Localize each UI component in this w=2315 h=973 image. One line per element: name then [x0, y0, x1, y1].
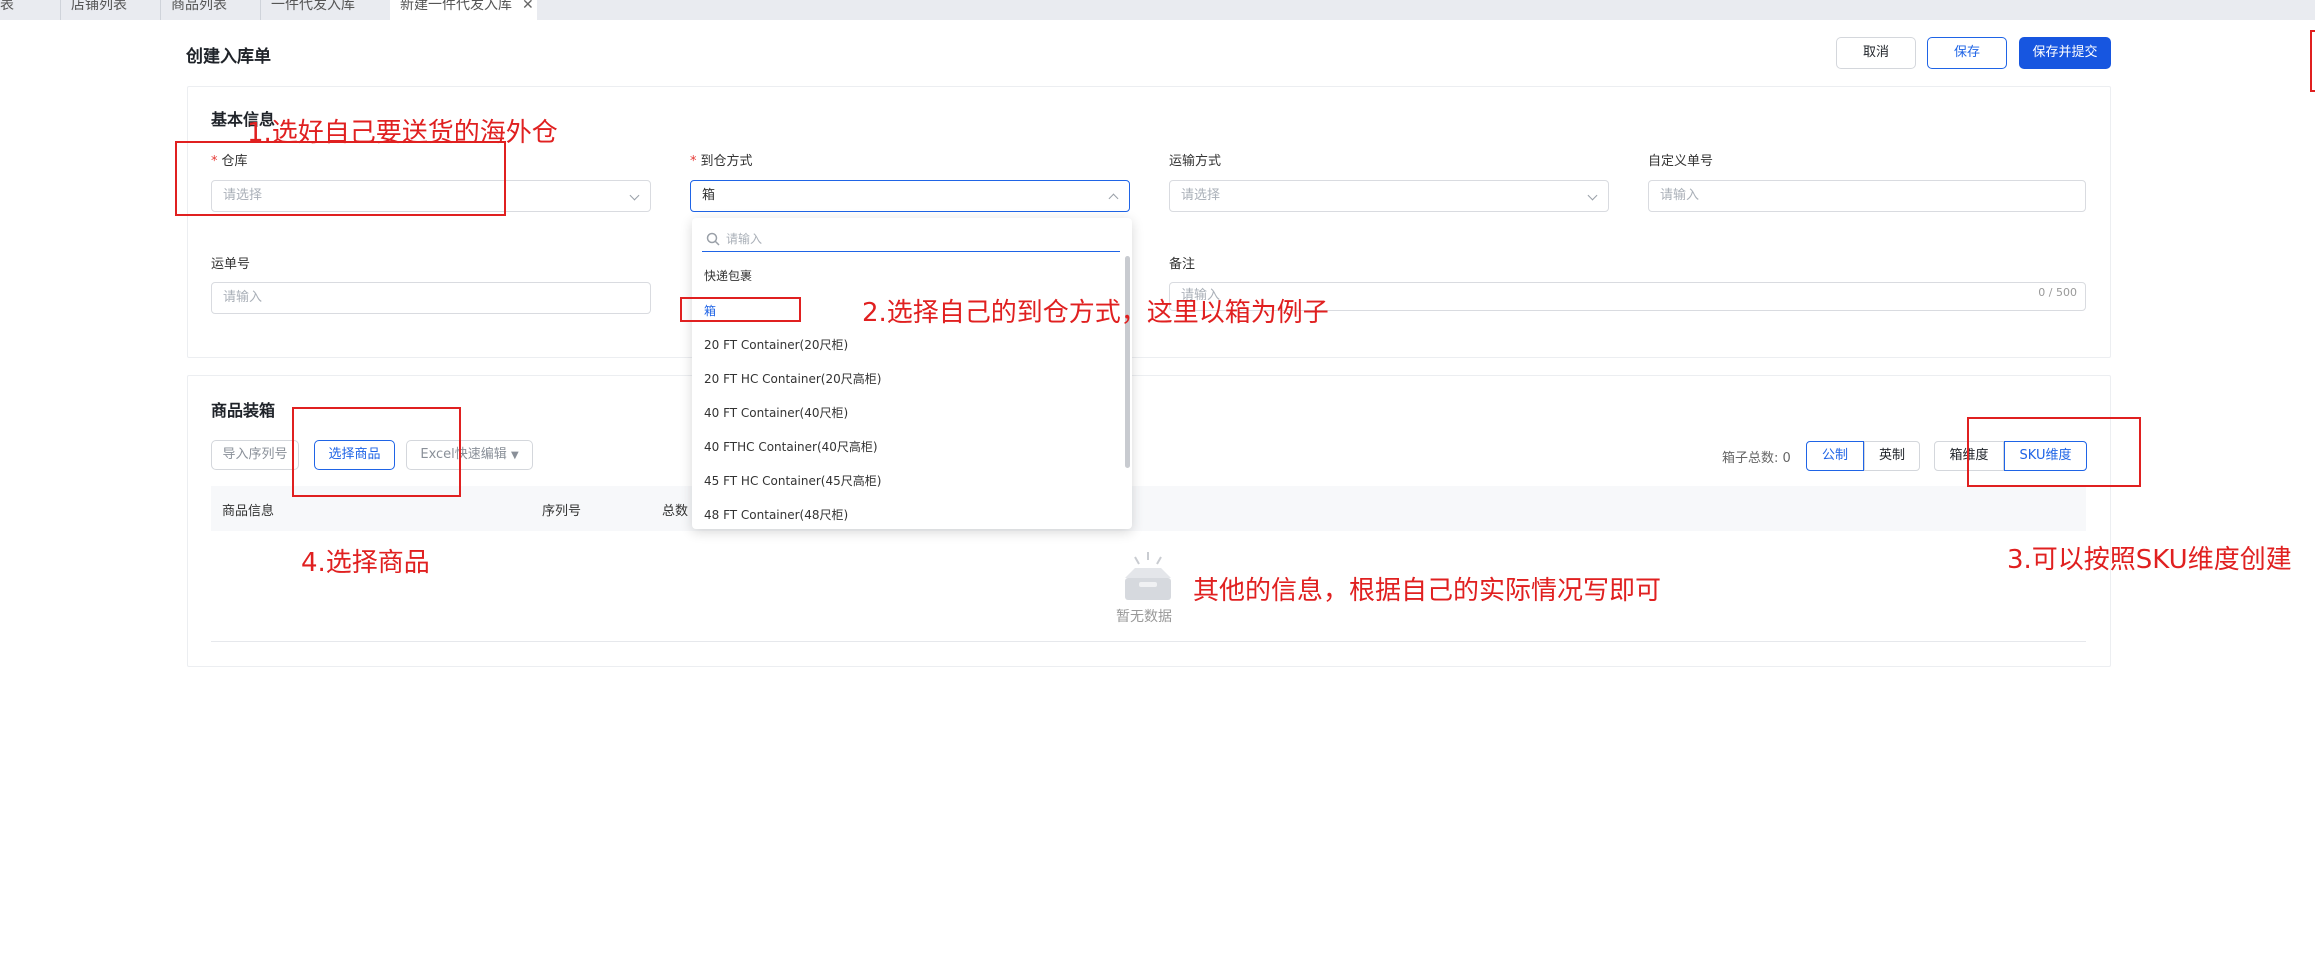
- close-icon[interactable]: ✕: [522, 0, 534, 13]
- col-serial-no: 序列号: [542, 504, 582, 519]
- arrival-method-label-text: 到仓方式: [700, 154, 753, 169]
- tracking-no-input[interactable]: 请输入: [211, 282, 651, 314]
- tab-partial[interactable]: 表: [0, 0, 60, 20]
- tab-label: 新建一件代发入库: [400, 0, 512, 13]
- chevron-down-icon: [1587, 190, 1598, 201]
- dropdown-search-placeholder: 请输入: [726, 232, 763, 246]
- dropdown-option[interactable]: 20 FT HC Container(20尺高柜): [704, 370, 881, 387]
- required-mark: *: [690, 154, 697, 169]
- annotation-box-select-goods: [292, 407, 461, 497]
- transport-label: 运输方式: [1169, 154, 1222, 169]
- tracking-no-label: 运单号: [211, 257, 251, 272]
- empty-state-text: 暂无数据: [1116, 609, 1172, 625]
- dropdown-option[interactable]: 45 FT HC Container(45尺高柜): [704, 472, 881, 489]
- tab-label: 店铺列表: [71, 0, 127, 13]
- arrival-method-select[interactable]: 箱: [690, 180, 1130, 212]
- tracking-no-placeholder: 请输入: [223, 290, 263, 305]
- empty-box-icon: [1115, 550, 1181, 614]
- tab-product-list[interactable]: 商品列表: [160, 0, 260, 20]
- save-submit-button[interactable]: 保存并提交: [2019, 37, 2111, 69]
- dropdown-option[interactable]: 40 FT Container(40尺柜): [704, 404, 848, 421]
- save-button[interactable]: 保存: [1927, 37, 2007, 69]
- dropdown-scrollbar[interactable]: [1125, 256, 1130, 468]
- tab-bar: 表 店铺列表 商品列表 一件代发入库 新建一件代发入库 ✕: [0, 0, 2315, 20]
- tab-label: 一件代发入库: [271, 0, 355, 13]
- caret-down-icon: ▼: [510, 450, 519, 461]
- search-icon: [706, 232, 720, 246]
- col-goods-info: 商品信息: [222, 504, 275, 519]
- annotation-step3: 3.可以按照SKU维度创建: [2007, 545, 2292, 575]
- cancel-button[interactable]: 取消: [1836, 37, 1916, 69]
- unit-imperial-toggle[interactable]: 英制: [1864, 441, 1920, 471]
- transport-placeholder: 请选择: [1181, 188, 1221, 203]
- arrival-method-dropdown: 请输入 快递包裹 箱 20 FT Container(20尺柜) 20 FT H…: [692, 218, 1132, 529]
- annotation-box-sku: [1967, 417, 2141, 487]
- dropdown-option[interactable]: 20 FT Container(20尺柜): [704, 336, 848, 353]
- transport-select[interactable]: 请选择: [1169, 180, 1609, 212]
- dropdown-option[interactable]: 快递包裹: [704, 267, 752, 284]
- packing-title: 商品装箱: [211, 401, 276, 420]
- import-serial-button[interactable]: 导入序列号: [211, 440, 299, 470]
- annotation-box-warehouse: [175, 141, 506, 216]
- table-header: [211, 486, 2086, 531]
- chevron-down-icon: [629, 190, 640, 201]
- remark-char-count: 0 / 500: [2038, 286, 2077, 299]
- dropdown-option[interactable]: 48 FT Container(48尺柜): [704, 506, 848, 523]
- col-total: 总数: [662, 504, 689, 519]
- annotation-box-option: [680, 297, 801, 322]
- annotation-step1: 1.选好自己要送货的海外仓: [247, 118, 558, 148]
- custom-no-placeholder: 请输入: [1660, 188, 1700, 203]
- chevron-up-icon: [1108, 193, 1119, 204]
- arrival-method-label: * 到仓方式: [690, 150, 753, 169]
- remark-label: 备注: [1169, 257, 1196, 272]
- arrival-method-value: 箱: [702, 188, 716, 203]
- page-title: 创建入库单: [186, 47, 271, 67]
- box-total: 箱子总数: 0: [1722, 451, 1791, 466]
- dropdown-option[interactable]: 40 FTHC Container(40尺高柜): [704, 438, 878, 455]
- annotation-step2: 2.选择自己的到仓方式，这里以箱为例子: [862, 298, 1329, 328]
- annotation-other-info: 其他的信息，根据自己的实际情况写即可: [1193, 576, 1662, 606]
- dropdown-search-input[interactable]: 请输入: [702, 226, 1120, 252]
- table-bottom-divider: [211, 641, 2086, 642]
- tab-store-list[interactable]: 店铺列表: [60, 0, 160, 20]
- custom-no-label: 自定义单号: [1648, 154, 1714, 169]
- custom-no-input[interactable]: 请输入: [1648, 180, 2086, 212]
- tab-label: 表: [0, 0, 14, 13]
- tab-label: 商品列表: [171, 0, 227, 13]
- tab-dropship-inbound[interactable]: 一件代发入库: [260, 0, 390, 20]
- annotation-step4: 4.选择商品: [301, 548, 430, 578]
- tab-new-dropship-inbound[interactable]: 新建一件代发入库 ✕: [390, 0, 537, 20]
- unit-metric-toggle[interactable]: 公制: [1806, 441, 1864, 471]
- annotation-box-edge: [2310, 30, 2315, 92]
